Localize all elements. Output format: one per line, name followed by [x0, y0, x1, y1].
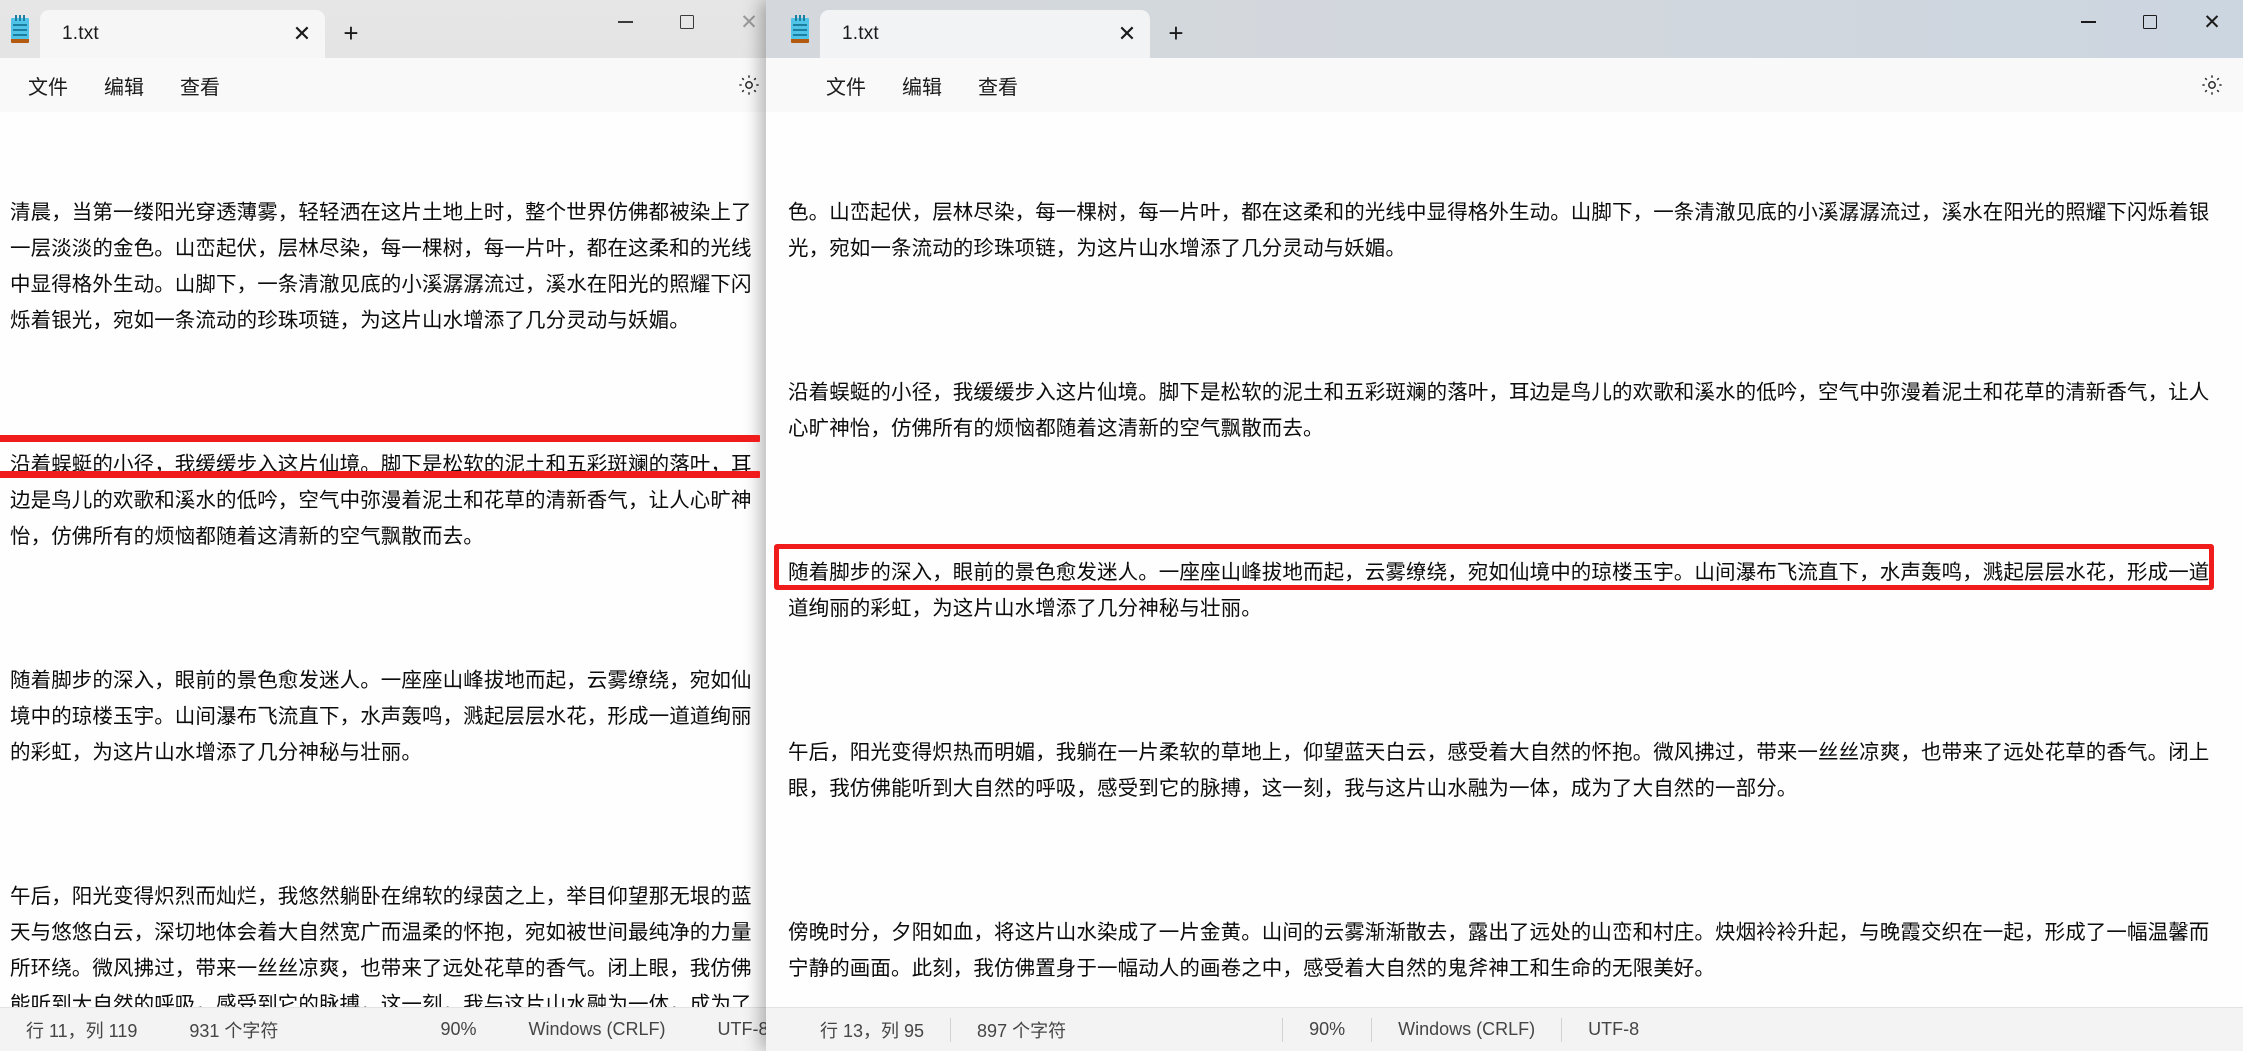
line-ending[interactable]: Windows (CRLF) — [502, 1017, 691, 1043]
titlebar-left[interactable]: 1.txt ✕ + ✕ — [0, 0, 780, 58]
paragraph: 午后，阳光变得炽烈而灿烂，我悠然躺卧在绵软的绿茵之上，举目仰望那无垠的蓝天与悠悠… — [10, 884, 752, 1007]
close-icon[interactable]: ✕ — [279, 11, 325, 57]
menu-view[interactable]: 查看 — [162, 65, 238, 106]
window-controls-right: ✕ — [2057, 0, 2243, 44]
zoom-level[interactable]: 90% — [1283, 1017, 1371, 1043]
minimize-button[interactable] — [594, 0, 656, 44]
titlebar-right[interactable]: 1.txt ✕ + ✕ — [766, 0, 2243, 58]
close-button[interactable]: ✕ — [2181, 0, 2243, 44]
paragraph: 沿着蜈蜓的小径，我缓缓步入这片仙境。脚下是松软的泥土和五彩斑斓的落叶，耳边是鸟儿… — [788, 380, 2210, 440]
character-count[interactable]: 931 个字符 — [163, 1017, 304, 1043]
tab-1txt-left[interactable]: 1.txt ✕ — [40, 10, 325, 58]
statusbar-left: 行 11，列 119 931 个字符 90% Windows (CRLF) UT… — [0, 1007, 780, 1051]
paragraph: 随着脚步的深入，眼前的景色愈发迷人。一座座山峰拔地而起，云雾缭绕，宛如仙境中的琼… — [10, 668, 752, 764]
cursor-position[interactable]: 行 13，列 95 — [794, 1017, 950, 1043]
paragraph: 色。山峦起伏，层林尽染，每一棵树，每一片叶，都在这柔和的光线中显得格外生动。山脚… — [788, 200, 2210, 260]
notepad-window-left[interactable]: 1.txt ✕ + ✕ 文件 编辑 查看 清晨，当第一缕阳光穿透薄雾，轻轻洒在这… — [0, 0, 780, 1051]
new-tab-button[interactable]: + — [325, 10, 377, 56]
menubar-left[interactable]: 文件 编辑 查看 — [0, 58, 780, 112]
maximize-button[interactable] — [2119, 0, 2181, 44]
window-controls-left: ✕ — [594, 0, 780, 44]
notepad-icon — [780, 0, 820, 58]
editor-left[interactable]: 清晨，当第一缕阳光穿透薄雾，轻轻洒在这片土地上时，整个世界仿佛都被染上了一层淡淡… — [0, 112, 780, 1007]
paragraph: 沿着蜈蜓的小径，我缓缓步入这片仙境。脚下是松软的泥土和五彩斑斓的落叶，耳边是鸟儿… — [10, 452, 752, 548]
paragraph: 随着脚步的深入，眼前的景色愈发迷人。一座座山峰拔地而起，云雾缭绕，宛如仙境中的琼… — [788, 560, 2210, 620]
tab-1txt-right[interactable]: 1.txt ✕ — [820, 10, 1150, 58]
paragraph: 清晨，当第一缕阳光穿透薄雾，轻轻洒在这片土地上时，整个世界仿佛都被染上了一层淡淡… — [10, 200, 752, 332]
menu-edit[interactable]: 编辑 — [884, 65, 960, 106]
paragraph: 午后，阳光变得炽热而明媚，我躺在一片柔软的草地上，仰望蓝天白云，感受着大自然的怀… — [788, 740, 2210, 800]
maximize-button[interactable] — [656, 0, 718, 44]
notepad-window-right[interactable]: 1.txt ✕ + ✕ 文件 编辑 查看 色。山峦起伏，层林尽染，每一棵树，每一… — [766, 0, 2243, 1051]
gear-icon[interactable] — [2195, 68, 2229, 102]
gear-icon[interactable] — [732, 68, 766, 102]
cursor-position[interactable]: 行 11，列 119 — [0, 1017, 163, 1043]
zoom-level[interactable]: 90% — [414, 1017, 502, 1043]
encoding[interactable]: UTF-8 — [1562, 1017, 1665, 1043]
document-text-left[interactable]: 清晨，当第一缕阳光穿透薄雾，轻轻洒在这片土地上时，整个世界仿佛都被染上了一层淡淡… — [10, 122, 762, 1007]
minimize-button[interactable] — [2057, 0, 2119, 44]
character-count[interactable]: 897 个字符 — [951, 1017, 1092, 1043]
menubar-right[interactable]: 文件 编辑 查看 — [766, 58, 2243, 112]
editor-right[interactable]: 色。山峦起伏，层林尽染，每一棵树，每一片叶，都在这柔和的光线中显得格外生动。山脚… — [766, 112, 2243, 1007]
paragraph: 傍晚时分，夕阳如血，将这片山水染成了一片金黄。山间的云雾渐渐散去，露出了远处的山… — [788, 920, 2210, 980]
line-ending[interactable]: Windows (CRLF) — [1372, 1017, 1561, 1043]
new-tab-button[interactable]: + — [1150, 10, 1202, 56]
left-annotation-underline-1 — [0, 435, 760, 442]
menu-edit[interactable]: 编辑 — [86, 65, 162, 106]
menu-file[interactable]: 文件 — [10, 65, 86, 106]
statusbar-right: 行 13，列 95 897 个字符 90% Windows (CRLF) UTF… — [766, 1007, 2243, 1051]
tab-label: 1.txt — [62, 23, 99, 44]
menu-view[interactable]: 查看 — [960, 65, 1036, 106]
document-text-right[interactable]: 色。山峦起伏，层林尽染，每一棵树，每一片叶，都在这柔和的光线中显得格外生动。山脚… — [788, 122, 2221, 1007]
tab-label: 1.txt — [842, 23, 879, 44]
menu-file[interactable]: 文件 — [808, 65, 884, 106]
notepad-icon — [0, 0, 40, 58]
close-icon[interactable]: ✕ — [1104, 11, 1150, 57]
left-annotation-underline-2 — [0, 471, 760, 478]
